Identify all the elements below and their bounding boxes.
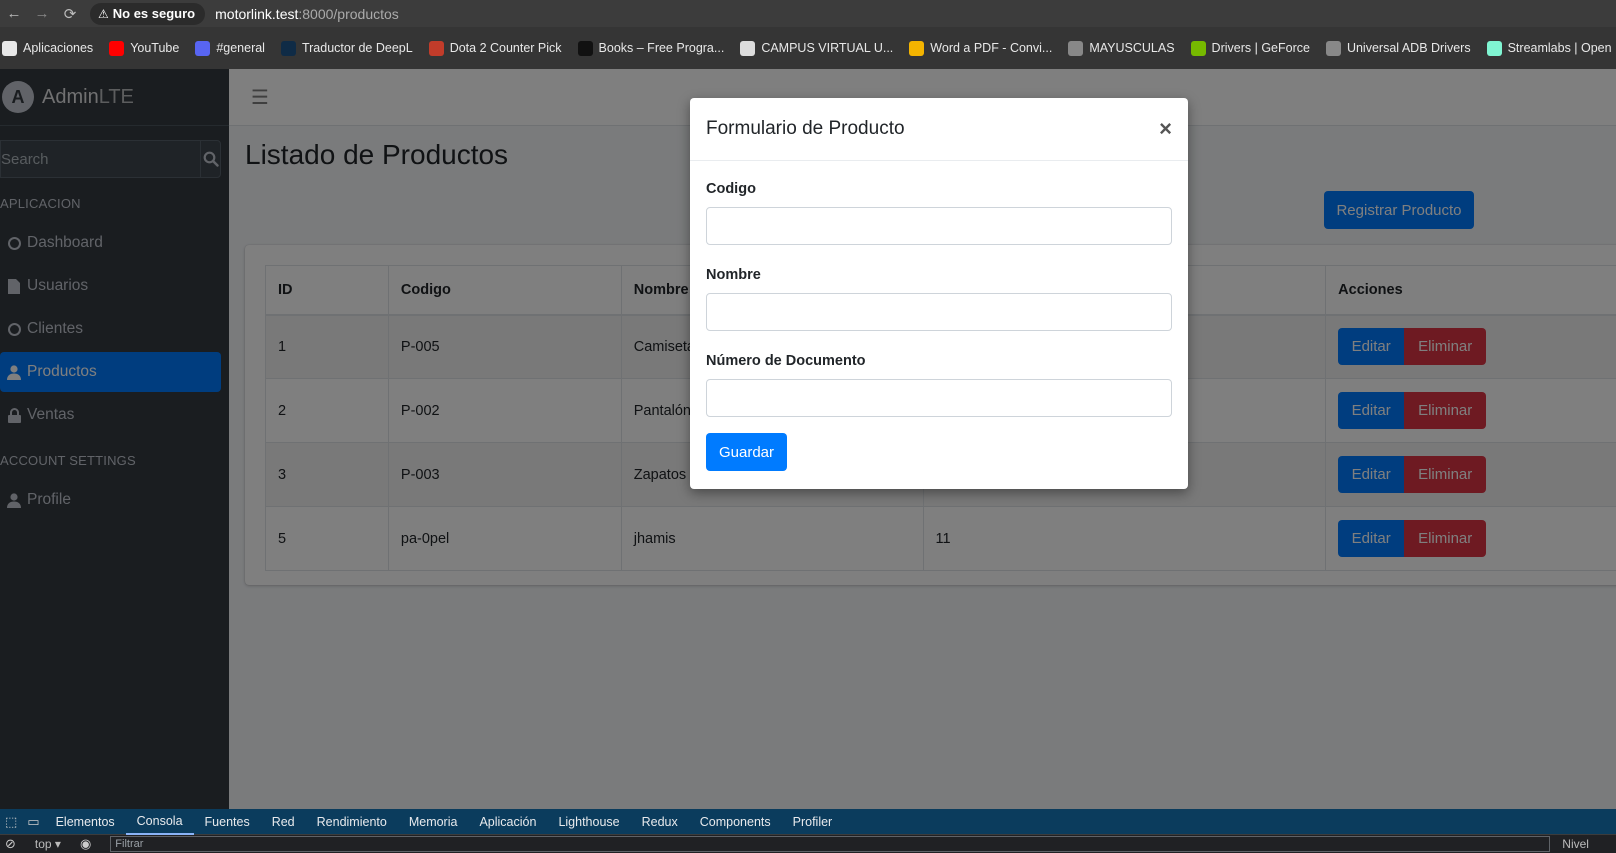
numero-documento-input[interactable] (706, 379, 1172, 417)
bookmark-item[interactable]: Drivers | GeForce (1190, 40, 1310, 56)
bookmark-favicon-icon (428, 40, 444, 56)
bookmark-favicon-icon (1190, 40, 1206, 56)
bookmark-label: #general (216, 41, 265, 55)
bookmark-item[interactable]: Traductor de DeepL (280, 40, 413, 56)
bookmark-favicon-icon (280, 40, 296, 56)
console-filter-input[interactable]: Filtrar (110, 836, 1551, 852)
devtools-tab[interactable]: Elementos (45, 809, 126, 835)
save-button[interactable]: Guardar (706, 433, 787, 471)
bookmark-favicon-icon (195, 40, 211, 56)
bookmark-item[interactable]: Books – Free Progra... (577, 40, 725, 56)
bookmark-label: Streamlabs | Open B... (1507, 41, 1616, 55)
console-toolbar: ⊘ top ▾ ◉ Filtrar Nivel (0, 835, 1616, 853)
bookmark-favicon-icon (1486, 40, 1502, 56)
bookmark-item[interactable]: YouTube (109, 40, 180, 56)
url-host: motorlink.test (215, 5, 299, 22)
security-chip[interactable]: ⚠ No es seguro (90, 2, 206, 25)
bookmark-item[interactable]: #general (195, 40, 265, 56)
devtools-tabs: ⬚ ▭ Elementos Consola Fuentes Red Rendimient… (0, 809, 1616, 835)
url-path: :8000/productos (298, 5, 399, 22)
devtools-tab[interactable]: Redux (631, 809, 689, 835)
modal-body: Codigo Nombre Número de Documento Guarda… (690, 161, 1188, 487)
nombre-input[interactable] (706, 293, 1172, 331)
bookmark-favicon-icon (2, 40, 17, 56)
codigo-input[interactable] (706, 207, 1172, 245)
browser-address-bar: ← → ⟳ ⚠ No es seguro motorlink.test:8000… (0, 0, 1616, 27)
bookmark-label: Traductor de DeepL (301, 41, 413, 55)
bookmark-label: Drivers | GeForce (1211, 41, 1310, 55)
bookmark-item[interactable]: Aplicaciones (2, 40, 94, 56)
devtools-tab[interactable]: Memoria (398, 809, 469, 835)
filter-placeholder: Filtrar (115, 838, 144, 850)
levels-dropdown[interactable]: Nivel (1562, 837, 1589, 851)
bookmark-item[interactable]: Universal ADB Drivers (1325, 40, 1471, 56)
bookmark-item[interactable]: Word a PDF - Convi... (909, 40, 1053, 56)
devtools-tab[interactable]: Profiler (782, 809, 844, 835)
bookmarks-bar: Aplicaciones YouTube #general Traductor de … (0, 27, 1616, 69)
context-value: top (34, 837, 52, 851)
bookmark-label: CAMPUS VIRTUAL U... (761, 41, 894, 55)
modal-title: Formulario de Producto (706, 118, 905, 139)
clear-console-icon[interactable]: ⊘ (0, 836, 21, 852)
devtools-tab[interactable]: Lighthouse (547, 809, 630, 835)
device-toolbar-icon[interactable]: ▭ (22, 814, 44, 830)
bookmark-label: Word a PDF - Convi... (930, 41, 1053, 55)
devtools-tab[interactable]: Rendimiento (306, 809, 398, 835)
bookmark-label: Books – Free Progra... (598, 41, 725, 55)
reload-icon[interactable]: ⟳ (56, 5, 84, 23)
modal-header: Formulario de Producto × (690, 98, 1188, 161)
inspect-element-icon[interactable]: ⬚ (0, 814, 22, 830)
back-arrow-icon[interactable]: ← (0, 5, 28, 22)
bookmark-favicon-icon (740, 40, 756, 56)
devtools-panel: ⬚ ▭ Elementos Consola Fuentes Red Rendimient… (0, 809, 1616, 853)
bookmark-favicon-icon (1325, 40, 1341, 56)
product-form-modal: Formulario de Producto × Codigo Nombre N… (690, 98, 1188, 489)
devtools-tab[interactable]: Components (689, 809, 782, 835)
devtools-tab[interactable]: Fuentes (194, 809, 261, 835)
bookmark-favicon-icon (909, 40, 925, 56)
eye-icon[interactable]: ◉ (75, 836, 96, 852)
close-icon[interactable]: × (1159, 118, 1172, 140)
bookmark-favicon-icon (1068, 40, 1084, 56)
bookmark-label: MAYUSCULAS (1089, 41, 1175, 55)
devtools-tab[interactable]: Consola (125, 809, 194, 835)
devtools-tab[interactable]: Red (261, 809, 306, 835)
numero-documento-label: Número de Documento (706, 353, 866, 369)
bookmark-item[interactable]: CAMPUS VIRTUAL U... (740, 40, 894, 56)
bookmark-label: Dota 2 Counter Pick (449, 41, 562, 55)
context-selector[interactable]: top ▾ (35, 837, 61, 851)
bookmark-label: Universal ADB Drivers (1346, 41, 1471, 55)
bookmark-item[interactable]: MAYUSCULAS (1068, 40, 1175, 56)
forward-arrow-icon[interactable]: → (28, 5, 56, 22)
bookmark-label: YouTube (130, 41, 180, 55)
warning-icon: ⚠ (98, 6, 109, 21)
bookmark-item[interactable]: Dota 2 Counter Pick (428, 40, 562, 56)
bookmark-favicon-icon (577, 40, 593, 56)
codigo-label: Codigo (706, 181, 756, 197)
url-text[interactable]: motorlink.test:8000/productos (215, 6, 399, 22)
devtools-tab[interactable]: Aplicación (468, 809, 547, 835)
nombre-label: Nombre (706, 267, 761, 283)
security-label: No es seguro (112, 6, 196, 21)
bookmark-item[interactable]: Streamlabs | Open B... (1486, 40, 1616, 56)
bookmark-label: Aplicaciones (23, 41, 94, 55)
bookmark-favicon-icon (109, 40, 125, 56)
